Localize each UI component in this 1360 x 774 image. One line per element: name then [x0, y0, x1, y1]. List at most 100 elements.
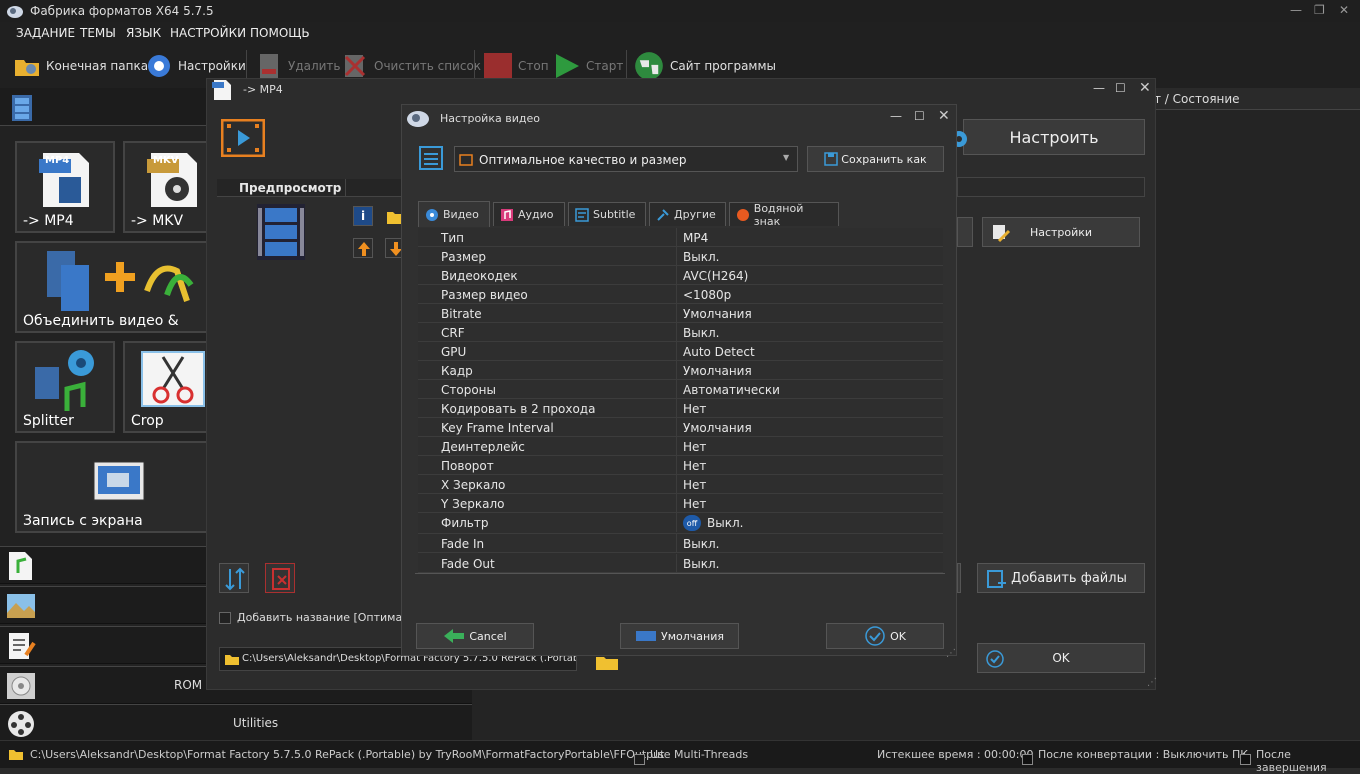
- property-value[interactable]: <1080p: [683, 288, 731, 302]
- ok-button[interactable]: OK: [977, 643, 1145, 673]
- property-value[interactable]: Умолчания: [683, 307, 752, 321]
- property-row[interactable]: Фильтр off Выкл.: [418, 513, 943, 534]
- property-name: Фильтр: [441, 516, 489, 530]
- tab-watermark[interactable]: Водяной знак: [729, 202, 839, 228]
- remove-file-icon[interactable]: [265, 563, 295, 593]
- tile-screen-record[interactable]: Запись с экрана: [15, 441, 221, 533]
- property-value[interactable]: Нет: [683, 402, 706, 416]
- minimize-icon[interactable]: —: [890, 109, 902, 123]
- settings-button[interactable]: Настройки: [146, 52, 246, 80]
- profile-select[interactable]: Оптимальное качество и размер ▼: [454, 146, 798, 172]
- filter-off-icon[interactable]: off: [683, 515, 701, 531]
- property-value[interactable]: Выкл.: [683, 557, 719, 571]
- preview-label: Предпросмотр: [239, 181, 342, 195]
- maximize-icon[interactable]: ☐: [1115, 81, 1126, 95]
- video-category-header[interactable]: [0, 88, 206, 126]
- property-name: Тип: [441, 231, 464, 245]
- dialog-ok-label: OK: [890, 629, 906, 643]
- property-row[interactable]: Кодировать в 2 прохода Нет: [418, 399, 943, 418]
- menu-help[interactable]: ПОМОЩЬ: [250, 26, 310, 40]
- delete-button[interactable]: Удалить: [256, 52, 341, 80]
- minimize-icon[interactable]: —: [1093, 81, 1105, 95]
- close-icon[interactable]: ✕: [1339, 3, 1349, 17]
- tab-video[interactable]: Видео: [418, 201, 490, 227]
- sort-icon[interactable]: [219, 563, 249, 593]
- tab-other[interactable]: Другие: [649, 202, 726, 226]
- property-row[interactable]: Key Frame Interval Умолчания: [418, 418, 943, 437]
- property-value[interactable]: Выкл.: [683, 537, 719, 551]
- tile-splitter[interactable]: Splitter: [15, 341, 115, 433]
- property-value[interactable]: Автоматически: [683, 383, 780, 397]
- menu-language[interactable]: ЯЗЫК: [126, 26, 161, 40]
- property-value[interactable]: Нет: [683, 440, 706, 454]
- property-row[interactable]: X Зеркало Нет: [418, 475, 943, 494]
- property-value[interactable]: Выкл.: [683, 250, 719, 264]
- property-row[interactable]: Стороны Автоматически: [418, 380, 943, 399]
- settings-button-label: Настройки: [1029, 225, 1093, 239]
- property-name: Кадр: [441, 364, 473, 378]
- property-row[interactable]: Размер Выкл.: [418, 247, 943, 266]
- maximize-icon[interactable]: ☐: [914, 109, 925, 123]
- move-up-icon[interactable]: [353, 238, 373, 258]
- tile-join-video[interactable]: Объединить видео &: [15, 241, 221, 333]
- property-row[interactable]: GPU Auto Detect: [418, 342, 943, 361]
- ok-label: OK: [1052, 651, 1070, 665]
- join-video-icon: [47, 251, 194, 311]
- property-row[interactable]: Bitrate Умолчания: [418, 304, 943, 323]
- property-row[interactable]: Видеокодек AVC(H264): [418, 266, 943, 285]
- add-name-checkbox[interactable]: [219, 612, 231, 624]
- property-value[interactable]: Auto Detect: [683, 345, 755, 359]
- tab-subtitle[interactable]: Subtitle: [568, 202, 646, 226]
- property-value[interactable]: Нет: [683, 478, 706, 492]
- resize-grip-icon[interactable]: ⋰: [946, 648, 956, 659]
- clear-list-button[interactable]: Очистить список: [342, 52, 481, 80]
- website-button[interactable]: Сайт программы: [634, 52, 776, 80]
- property-row[interactable]: Тип MP4: [418, 228, 943, 247]
- property-value[interactable]: Нет: [683, 497, 706, 511]
- add-files-button[interactable]: Добавить файлы: [977, 563, 1145, 593]
- property-row[interactable]: Деинтерлейс Нет: [418, 437, 943, 456]
- clear-list-icon: [344, 55, 366, 77]
- property-row[interactable]: Кадр Умолчания: [418, 361, 943, 380]
- property-value[interactable]: MP4: [683, 231, 708, 245]
- property-value[interactable]: Нет: [683, 459, 706, 473]
- close-icon[interactable]: ✕: [938, 108, 950, 124]
- property-row[interactable]: Поворот Нет: [418, 456, 943, 475]
- dialog-ok-button[interactable]: OK: [826, 623, 944, 649]
- menu-settings[interactable]: НАСТРОЙКИ: [170, 26, 246, 40]
- info-icon[interactable]: i: [353, 206, 373, 226]
- output-folder-button[interactable]: Конечная папка: [14, 52, 148, 80]
- collapsed-button[interactable]: [957, 217, 973, 247]
- cancel-button[interactable]: Cancel: [416, 623, 534, 649]
- property-row[interactable]: CRF Выкл.: [418, 323, 943, 342]
- category-utilities[interactable]: Utilities: [0, 704, 472, 742]
- property-row[interactable]: Размер видео <1080p: [418, 285, 943, 304]
- minimize-icon[interactable]: —: [1290, 3, 1302, 17]
- close-icon[interactable]: ✕: [1139, 80, 1151, 96]
- output-folder-label: Конечная папка: [46, 59, 149, 73]
- property-value[interactable]: Выкл.: [707, 516, 743, 530]
- property-name: Кодировать в 2 прохода: [441, 402, 596, 416]
- property-value[interactable]: Выкл.: [683, 326, 719, 340]
- tab-audio[interactable]: Аудио: [493, 202, 565, 226]
- maximize-icon[interactable]: ❐: [1314, 3, 1325, 17]
- settings-button[interactable]: Настройки: [982, 217, 1140, 247]
- stop-button[interactable]: Стоп: [482, 52, 549, 80]
- video-properties-table: Тип MP4 Размер Выкл. Видеокодек AVC(H264) Разм…: [418, 228, 943, 573]
- resize-grip-icon[interactable]: ⋰: [1147, 677, 1157, 688]
- delete-icon: [260, 54, 278, 78]
- tile-to-mp4[interactable]: MP4 -> MP4: [15, 141, 115, 233]
- configure-button[interactable]: Настроить: [963, 119, 1145, 155]
- save-as-button[interactable]: Сохранить как: [807, 146, 944, 172]
- defaults-button[interactable]: Умолчания: [620, 623, 739, 649]
- menu-task[interactable]: ЗАДАНИЕ: [16, 26, 75, 40]
- start-button[interactable]: Старт: [554, 52, 623, 80]
- property-value[interactable]: Умолчания: [683, 421, 752, 435]
- property-row[interactable]: Fade In Выкл.: [418, 534, 943, 553]
- add-file-icon: [987, 570, 1006, 588]
- property-value[interactable]: AVC(H264): [683, 269, 748, 283]
- menu-themes[interactable]: ТЕМЫ: [80, 26, 116, 40]
- property-value[interactable]: Умолчания: [683, 364, 752, 378]
- property-row[interactable]: Fade Out Выкл.: [418, 554, 943, 573]
- property-row[interactable]: Y Зеркало Нет: [418, 494, 943, 513]
